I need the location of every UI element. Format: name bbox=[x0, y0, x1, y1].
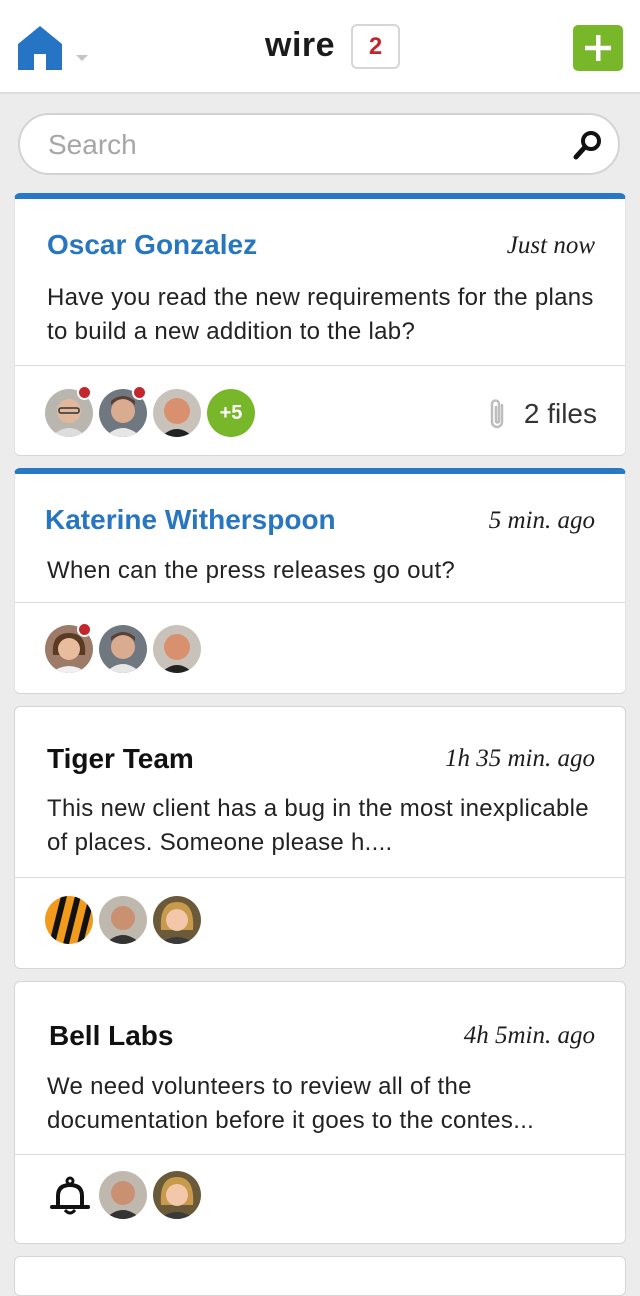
new-conversation-button[interactable] bbox=[573, 25, 623, 71]
bell-icon[interactable] bbox=[49, 1176, 91, 1216]
participant-avatar[interactable] bbox=[153, 389, 201, 437]
conversation-card[interactable]: Tiger Team 1h 35 min. ago This new clien… bbox=[14, 706, 626, 969]
card-divider bbox=[15, 1154, 625, 1155]
attachments-label: 2 files bbox=[523, 398, 597, 429]
conversation-time: Just now bbox=[506, 232, 595, 259]
home-icon bbox=[18, 26, 62, 70]
top-bar: wire 2 bbox=[0, 0, 640, 94]
conversation-message: We need volunteers to review all of the … bbox=[47, 1073, 535, 1134]
avatar-image bbox=[153, 389, 201, 437]
avatar-image bbox=[153, 625, 201, 673]
plus-icon bbox=[585, 35, 611, 61]
unread-count-badge[interactable]: 2 bbox=[351, 24, 400, 69]
search-input[interactable] bbox=[46, 125, 550, 165]
search-icon[interactable] bbox=[572, 129, 604, 161]
conversation-sender: Bell Labs bbox=[49, 1020, 174, 1051]
participant-avatar[interactable] bbox=[99, 625, 147, 673]
conversation-sender: Tiger Team bbox=[47, 743, 194, 774]
participant-avatar[interactable] bbox=[99, 1171, 147, 1219]
conversation-card[interactable]: Katerine Witherspoon 5 min. ago When can… bbox=[14, 468, 626, 694]
conversation-time: 1h 35 min. ago bbox=[445, 745, 595, 772]
conversation-message: This new client has a bug in the most in… bbox=[47, 795, 589, 856]
conversation-card[interactable] bbox=[14, 1256, 626, 1296]
presence-dot bbox=[132, 385, 147, 400]
conversation-message: Have you read the new requirements for t… bbox=[47, 284, 594, 345]
conversation-card[interactable]: Oscar Gonzalez Just now Have you read th… bbox=[14, 193, 626, 456]
participant-avatar[interactable] bbox=[99, 896, 147, 944]
card-divider bbox=[15, 602, 625, 603]
participant-avatar[interactable] bbox=[153, 1171, 201, 1219]
participant-avatar[interactable] bbox=[153, 896, 201, 944]
participant-avatar[interactable] bbox=[153, 625, 201, 673]
tiger-stripes-icon bbox=[45, 896, 93, 944]
avatar-image bbox=[99, 625, 147, 673]
avatar-image bbox=[99, 896, 147, 944]
paperclip-icon bbox=[490, 399, 504, 429]
avatar-image bbox=[153, 896, 201, 944]
team-avatar[interactable] bbox=[45, 896, 93, 944]
presence-dot bbox=[77, 622, 92, 637]
conversation-time: 4h 5min. ago bbox=[463, 1022, 595, 1049]
more-participants-badge[interactable]: +5 bbox=[207, 389, 255, 437]
conversation-message: When can the press releases go out? bbox=[47, 557, 456, 584]
home-button[interactable] bbox=[16, 24, 92, 74]
avatar-image bbox=[153, 1171, 201, 1219]
conversation-time: 5 min. ago bbox=[488, 507, 595, 534]
card-divider bbox=[15, 877, 625, 878]
conversation-card[interactable]: Bell Labs 4h 5min. ago We need volunteer… bbox=[14, 981, 626, 1244]
attachments[interactable]: 2 files bbox=[486, 397, 597, 431]
search-bar bbox=[18, 113, 620, 175]
conversation-sender: Katerine Witherspoon bbox=[45, 504, 336, 535]
presence-dot bbox=[77, 385, 92, 400]
app-title: wire bbox=[265, 26, 336, 64]
conversation-sender: Oscar Gonzalez bbox=[47, 229, 258, 260]
card-divider bbox=[15, 365, 625, 366]
avatar-image bbox=[99, 1171, 147, 1219]
caret-down-icon bbox=[76, 55, 88, 61]
